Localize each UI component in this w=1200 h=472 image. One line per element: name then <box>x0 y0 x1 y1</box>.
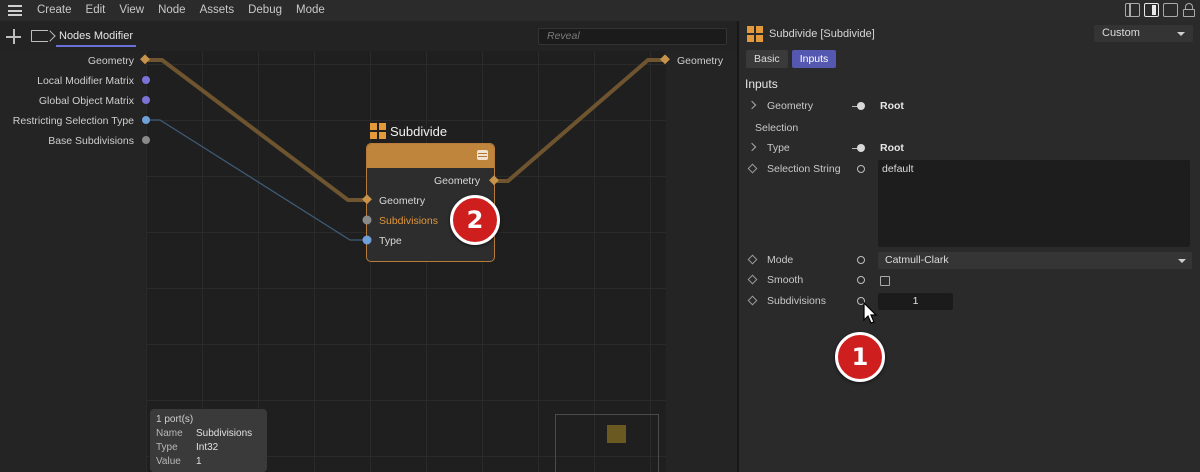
subdivisions-number-field[interactable]: 1 <box>878 293 953 310</box>
param-row-subdivisions: Subdivisions <box>739 293 1200 310</box>
port-connected-icon[interactable] <box>852 144 865 152</box>
tooltip-key-name: Name <box>156 428 183 439</box>
hamburger-menu-button[interactable] <box>0 0 30 21</box>
node-port-geometry-in <box>362 194 372 205</box>
smooth-checkbox[interactable] <box>880 276 890 286</box>
menu-node[interactable]: Node <box>151 0 193 21</box>
param-geometry-value: Root <box>880 100 904 112</box>
tooltip-key-value: Value <box>156 456 181 467</box>
node-ports-layer <box>362 175 499 245</box>
param-row-smooth: Smooth <box>739 272 1200 289</box>
mouse-cursor-icon <box>863 302 878 324</box>
hamburger-icon <box>8 5 22 16</box>
tooltip-val-value: 1 <box>196 456 202 467</box>
node-canvas[interactable]: Geometry Local Modifier Matrix Global Ob… <box>0 51 737 472</box>
node-port-subdivisions-in <box>362 215 372 225</box>
chevron-down-icon <box>1177 32 1185 36</box>
param-row-type: Type Root <box>739 140 1200 157</box>
minimap[interactable] <box>555 414 659 472</box>
chevron-down-icon <box>1178 259 1186 263</box>
tooltip-key-type: Type <box>156 442 178 453</box>
reveal-search-input[interactable]: Reveal <box>538 28 727 45</box>
subdivide-attr-icon <box>747 26 763 42</box>
menu-view[interactable]: View <box>112 0 151 21</box>
callout-badge-1: 1 <box>835 332 885 382</box>
preset-dropdown[interactable]: Custom <box>1094 25 1193 42</box>
mode-dropdown-value: Catmull-Clark <box>885 254 949 266</box>
keyframe-diamond-icon[interactable] <box>747 163 758 174</box>
chevron-right-icon[interactable] <box>747 100 757 110</box>
preset-dropdown-value: Custom <box>1102 27 1140 39</box>
param-mode-label: Mode <box>767 254 794 266</box>
param-geometry-label: Geometry <box>767 100 814 112</box>
menu-debug[interactable]: Debug <box>241 0 289 21</box>
callout-badge-2: 2 <box>450 195 500 245</box>
tag-icon[interactable] <box>31 30 48 42</box>
menu-assets[interactable]: Assets <box>193 0 242 21</box>
keyframe-diamond-icon[interactable] <box>747 295 758 306</box>
layout-full-icon[interactable] <box>1163 3 1178 17</box>
node-port-geometry-out <box>489 175 499 186</box>
lock-icon[interactable] <box>1182 3 1196 17</box>
node-port-type-in <box>362 235 372 245</box>
mode-dropdown[interactable]: Catmull-Clark <box>878 252 1192 269</box>
attribute-panel: Subdivide [Subdivide] Custom Basic Input… <box>739 21 1200 472</box>
tab-basic[interactable]: Basic <box>746 50 788 68</box>
keyframe-diamond-icon[interactable] <box>747 274 758 285</box>
keyframe-diamond-icon[interactable] <box>747 254 758 265</box>
tooltip-val-type: Int32 <box>196 442 219 453</box>
param-row-geometry: Geometry Root <box>739 98 1200 115</box>
add-node-icon[interactable] <box>6 29 21 44</box>
tab-nodes-modifier[interactable]: Nodes Modifier <box>56 29 136 47</box>
port-unconnected-icon[interactable] <box>857 165 865 173</box>
selection-string-textarea[interactable]: default <box>878 160 1190 247</box>
param-type-value: Root <box>880 142 904 154</box>
param-smooth-label: Smooth <box>767 274 804 286</box>
port-unconnected-icon[interactable] <box>857 276 865 284</box>
menu-mode[interactable]: Mode <box>289 0 332 21</box>
param-type-label: Type <box>767 142 790 154</box>
minimap-node <box>607 425 626 443</box>
node-editor-toolbar: Nodes Modifier Reveal <box>0 21 737 51</box>
menu-bar: Create Edit View Node Assets Debug Mode <box>0 0 1200 21</box>
menu-create[interactable]: Create <box>30 0 79 21</box>
layout-left-panel-icon[interactable] <box>1125 3 1140 17</box>
param-selection-string-label: Selection String <box>767 163 841 175</box>
tab-inputs[interactable]: Inputs <box>791 50 837 68</box>
port-connected-icon[interactable] <box>852 102 865 110</box>
port-info-tooltip: 1 port(s) Name Subdivisions Type Int32 Val… <box>150 409 267 472</box>
layout-right-panel-icon[interactable] <box>1144 3 1159 17</box>
param-subdivisions-label: Subdivisions <box>767 295 826 307</box>
group-selection-label: Selection <box>755 122 799 134</box>
tooltip-port-count: 1 port(s) <box>156 414 194 425</box>
chevron-right-icon[interactable] <box>747 142 757 152</box>
section-inputs-heading: Inputs <box>745 77 778 91</box>
menu-edit[interactable]: Edit <box>79 0 113 21</box>
attr-title: Subdivide [Subdivide] <box>769 28 875 40</box>
tooltip-val-name: Subdivisions <box>196 428 253 439</box>
port-unconnected-icon[interactable] <box>857 256 865 264</box>
